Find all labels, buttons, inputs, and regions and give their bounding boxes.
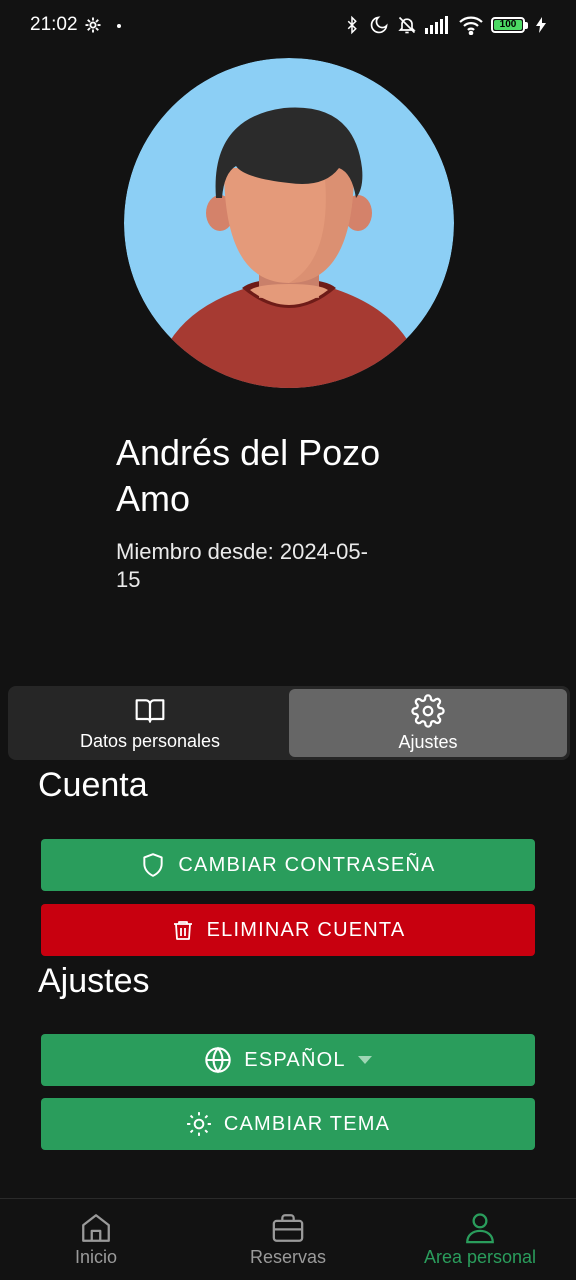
home-icon	[82, 1214, 110, 1242]
avatar	[124, 58, 454, 388]
nav-label: Inicio	[74, 1247, 118, 1267]
battery-level: 100	[494, 20, 522, 30]
settings-gear-status-icon	[85, 17, 101, 33]
tab-label: Datos personales	[79, 730, 221, 751]
bluetooth-icon	[347, 15, 357, 35]
bell-muted-icon	[398, 16, 416, 34]
notification-dot-icon	[117, 24, 121, 28]
wifi-icon	[459, 16, 483, 35]
book-icon	[135, 698, 165, 723]
nav-item-area-personal[interactable]: Area personal	[384, 1199, 576, 1280]
nav-label: Reservas	[249, 1247, 327, 1267]
account-section-title: Cuenta	[38, 766, 148, 804]
gear-icon	[411, 693, 445, 728]
charging-bolt-icon	[536, 17, 546, 33]
trash-icon	[173, 921, 192, 940]
status-time: 21:02	[30, 14, 78, 35]
language-select-button[interactable]: ESPAÑOL	[41, 1034, 535, 1086]
change-theme-button[interactable]: CAMBIAR TEMA	[41, 1098, 535, 1150]
briefcase-icon	[272, 1214, 304, 1242]
settings-section-title: Ajustes	[38, 962, 150, 1000]
tab-ajustes[interactable]: Ajustes	[289, 689, 567, 757]
battery-icon: 100	[491, 17, 528, 33]
change-password-button[interactable]: CAMBIAR CONTRASEÑA	[41, 839, 535, 891]
delete-account-button[interactable]: ELIMINAR CUENTA	[41, 904, 535, 956]
tab-label: Ajustes	[398, 731, 458, 752]
shield-icon	[143, 853, 164, 877]
dropdown-arrow-icon	[357, 1056, 372, 1064]
nav-item-reservas[interactable]: Reservas	[192, 1199, 384, 1280]
language-label: ESPAÑOL	[244, 1048, 346, 1071]
delete-account-label: ELIMINAR CUENTA	[206, 918, 406, 941]
nav-label: Area personal	[423, 1247, 537, 1267]
member-since: Miembro desde: 2024-05-15	[116, 539, 368, 592]
profile-tabs: Datos personales Ajustes	[8, 686, 570, 760]
signal-icon	[425, 16, 448, 34]
status-bar: 21:02 100	[0, 0, 576, 54]
bottom-navigation: Inicio Reservas Area personal	[0, 1198, 576, 1280]
tab-datos-personales[interactable]: Datos personales	[11, 689, 289, 757]
user-name: Andrés del Pozo Amo	[116, 432, 381, 519]
nav-item-inicio[interactable]: Inicio	[0, 1199, 192, 1280]
profile-screen: 21:02 100 Andrés del Pozo Amo Miembro de…	[0, 0, 576, 1280]
change-password-label: CAMBIAR CONTRASEÑA	[178, 853, 436, 876]
change-theme-label: CAMBIAR TEMA	[223, 1112, 391, 1135]
globe-icon	[205, 1046, 232, 1074]
person-icon	[466, 1213, 494, 1244]
sun-icon	[186, 1112, 211, 1136]
moon-icon	[370, 16, 388, 34]
